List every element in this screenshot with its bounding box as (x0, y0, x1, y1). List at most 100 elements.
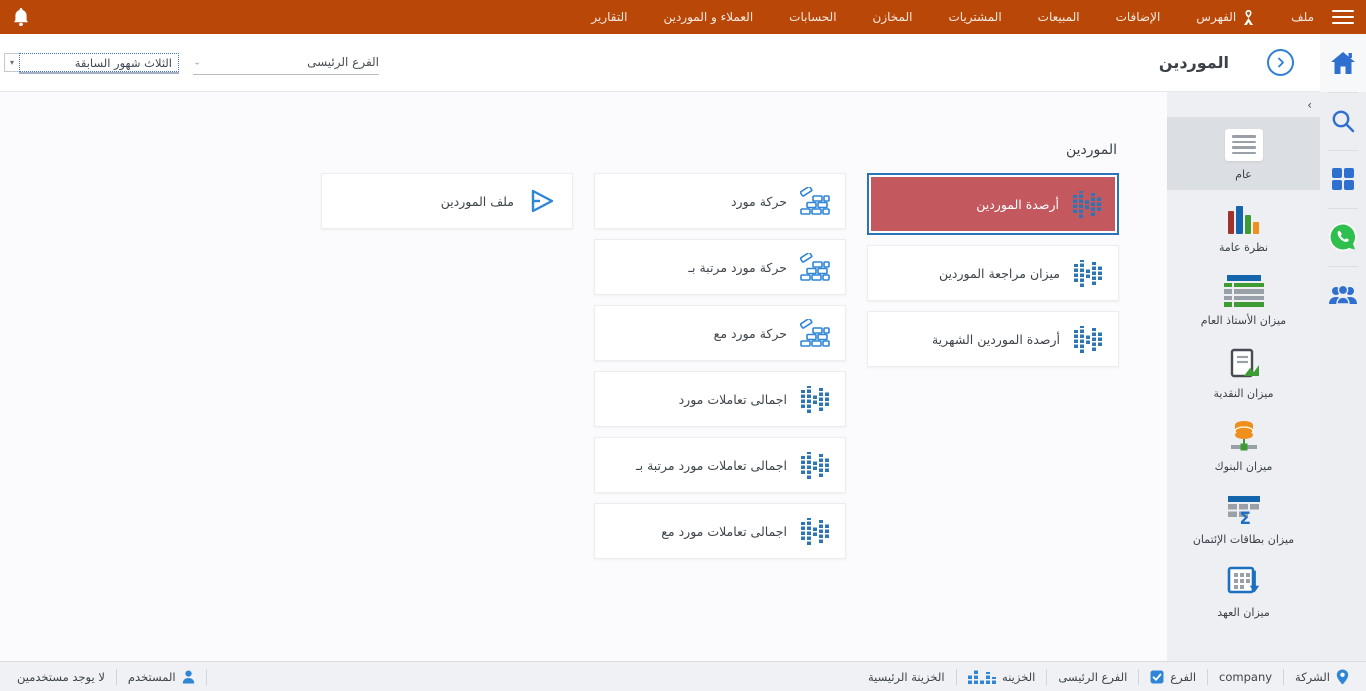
sidebar-item-credit-cards-balance[interactable]: Σ ميزان بطاقات الإئتمان (1167, 482, 1320, 555)
page-header: الموردين الفرع الرئيسى ⌄ الثلاث شهور الس… (0, 34, 1320, 92)
bricks-icon (800, 319, 830, 347)
menu-clients-suppliers[interactable]: العملاء و الموردين (663, 10, 753, 24)
card-supplier-movement-with[interactable]: حركة مورد مع (594, 305, 846, 361)
card-label: أرصدة الموردين (976, 196, 1059, 212)
status-treasury-label: الخزينه (1002, 669, 1036, 684)
sidebar-item-overview[interactable]: نظرة عامة (1167, 190, 1320, 263)
menu-addons[interactable]: الإضافات (1116, 10, 1161, 24)
card-supplier-monthly-balances[interactable]: أرصدة الموردين الشهرية (867, 311, 1119, 367)
branch-select-value: الفرع الرئيسى (307, 55, 379, 69)
report-categories-sidebar: › عام نظرة عامة ميزان الأستاذ العام ميزا… (1167, 92, 1320, 661)
card-supplier-trial-balance[interactable]: ميزان مراجعة الموردين (867, 245, 1119, 301)
card-supplier-totals[interactable]: اجمالى تعاملات مورد (594, 371, 846, 427)
home-icon (1331, 52, 1355, 74)
search-icon (1332, 110, 1355, 133)
status-branch-label: الفرع (1170, 669, 1197, 684)
sidebar-item-banks-balance[interactable]: ميزان البنوك (1167, 409, 1320, 482)
search-button[interactable] (1320, 92, 1366, 150)
period-dropdown-button[interactable]: ▾ (4, 53, 19, 72)
menu-reports[interactable]: التقارير (591, 10, 627, 24)
menu-purchases[interactable]: المشتريات (948, 10, 1001, 24)
card-supplier-movement-sorted[interactable]: حركة مورد مرتبة بـ (594, 239, 846, 295)
reports-panel: الموردين أرصدة الموردين ميزان مراجعة الم… (0, 92, 1167, 661)
sidebar-item-cash-balance[interactable]: ميزان النقدية (1167, 336, 1320, 409)
hamburger-icon[interactable] (1332, 10, 1354, 24)
main-column: الموردين الفرع الرئيسى ⌄ الثلاث شهور الس… (0, 34, 1320, 661)
status-branch-value: الفرع الرئيسى (1058, 669, 1128, 684)
sidebar-item-label: ميزان البنوك (1214, 459, 1273, 473)
collapse-arrow-icon: › (1307, 97, 1312, 112)
card-label: أرصدة الموردين الشهرية (931, 331, 1060, 347)
shell: الموردين الفرع الرئيسى ⌄ الثلاث شهور الس… (0, 34, 1366, 661)
sidebar-item-label: ميزان بطاقات الإئتمان (1192, 532, 1295, 546)
menu-index[interactable]: الفهرس (1196, 9, 1255, 26)
status-treasury-value: الخزينة الرئيسية (867, 669, 945, 684)
card-supplier-totals-with[interactable]: اجمالى تعاملات مورد مع (594, 503, 846, 559)
bank-coins-icon (1227, 419, 1261, 453)
stats-bars-icon (800, 385, 830, 413)
ledger-table-icon (1223, 273, 1264, 307)
sidebar-item-label: ميزان الأستاذ العام (1200, 313, 1287, 327)
sidebar-item-label: ميزان العهد (1217, 605, 1270, 619)
inner-row: › عام نظرة عامة ميزان الأستاذ العام ميزا… (0, 92, 1320, 661)
card-supplier-balances[interactable]: أرصدة الموردين (867, 173, 1119, 235)
user-icon (182, 670, 194, 683)
sidebar-item-label: نظرة عامة (1218, 240, 1269, 254)
period-field: الثلاث شهور السابقة ▾ (4, 53, 179, 72)
page-title: الموردين (1158, 53, 1229, 72)
sidebar-item-custody-balance[interactable]: ميزان العهد (1167, 555, 1320, 628)
menu-sales[interactable]: المبيعات (1038, 10, 1080, 24)
credit-sigma-icon: Σ (1225, 492, 1263, 526)
section-title: الموردين (1065, 142, 1117, 158)
card-label: ملف الموردين (440, 193, 514, 209)
status-company-label: الشركة (1295, 669, 1330, 684)
card-label: اجمالى تعاملات مورد (678, 391, 787, 407)
card-supplier-totals-sorted[interactable]: اجمالى تعاملات مورد مرتبة بـ (594, 437, 846, 493)
card-label: اجمالى تعاملات مورد مرتبة بـ (635, 457, 787, 473)
stats-bars-icon (1073, 325, 1103, 353)
whatsapp-button[interactable] (1320, 208, 1366, 266)
home-button[interactable] (1320, 34, 1366, 92)
sidebar-item-general-ledger-balance[interactable]: ميزان الأستاذ العام (1167, 263, 1320, 336)
stats-bars-icon (1072, 190, 1102, 218)
location-pin-icon (1336, 669, 1349, 684)
branch-select[interactable]: الفرع الرئيسى ⌄ (193, 51, 379, 75)
menu-accounts[interactable]: الحسابات (789, 10, 836, 24)
status-branch: الفرع (1139, 662, 1207, 691)
card-label: ميزان مراجعة الموردين (938, 265, 1060, 281)
whatsapp-icon (1329, 223, 1357, 251)
bricks-icon (800, 253, 830, 281)
top-menu-bar: ملف الفهرس الإضافات المبيعات المشتريات ا… (0, 0, 1366, 34)
menu-file[interactable]: ملف (1291, 10, 1314, 24)
card-label: حركة مورد (730, 193, 787, 209)
card-label: اجمالى تعاملات مورد مع (661, 523, 787, 539)
card-suppliers-file[interactable]: ملف الموردين (321, 173, 573, 229)
quick-iconbar (1320, 34, 1366, 661)
stats-bars-icon (1073, 259, 1103, 287)
period-combobox[interactable]: الثلاث شهور السابقة (19, 53, 179, 72)
status-user-value: لا يوجد مستخدمين (17, 669, 105, 684)
apps-button[interactable] (1320, 150, 1366, 208)
sidebar-collapse-button[interactable]: › (1167, 92, 1320, 117)
chevron-right-icon (1278, 57, 1284, 68)
svg-text:Σ: Σ (1239, 509, 1251, 526)
apps-icon (1332, 168, 1354, 190)
card-supplier-movement[interactable]: حركة مورد (594, 173, 846, 229)
status-company-value: company (1219, 669, 1273, 684)
sidebar-item-general[interactable]: عام (1167, 117, 1320, 190)
ribbon-icon (1244, 9, 1254, 25)
contacts-button[interactable] (1320, 266, 1366, 324)
general-icon (1224, 127, 1263, 161)
forward-arrow-button[interactable] (1267, 49, 1294, 76)
card-column-2: حركة مورد حركة مورد مرتبة بـ حركة مورد م… (594, 173, 846, 569)
checkbox-icon (1150, 670, 1164, 683)
stats-bars-icon (800, 517, 830, 545)
overview-bars-icon (1228, 200, 1259, 234)
status-company: الشركة (1284, 662, 1360, 691)
card-column-3: ملف الموردين (321, 173, 573, 239)
status-treasury: الخزينه (957, 662, 1047, 691)
bell-icon[interactable] (12, 7, 30, 27)
app-window: { "colors": { "topbar_bg": "#b84708", "a… (0, 0, 1366, 691)
cash-report-icon (1227, 346, 1261, 380)
menu-warehouses[interactable]: المخازن (873, 10, 913, 24)
